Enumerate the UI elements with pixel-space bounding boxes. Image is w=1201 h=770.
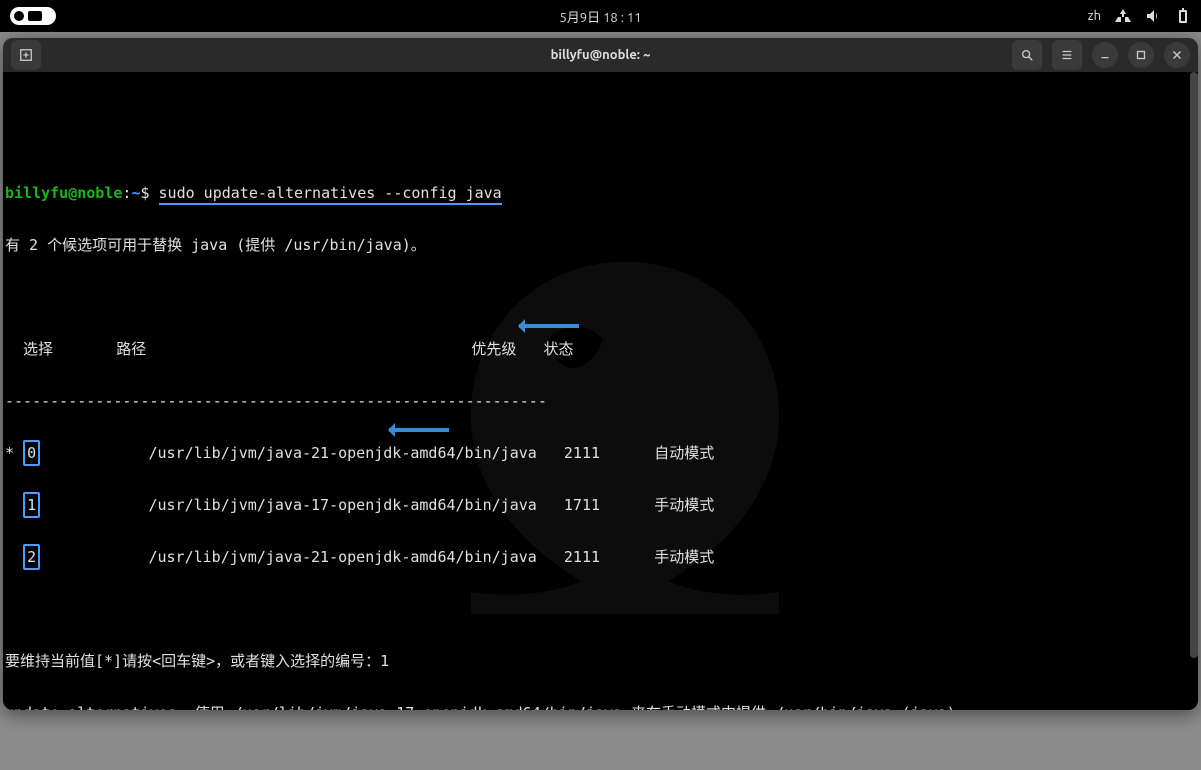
table-header: 选择 路径 优先级 状态: [5, 336, 1196, 362]
terminal-line: 要维持当前值[*]请按<回车键>，或者键入选择的编号：1: [5, 648, 1196, 674]
window-titlebar: billyfu@noble: ~: [3, 38, 1198, 72]
new-tab-button[interactable]: [11, 40, 41, 70]
command-text: sudo update-alternatives --config java: [159, 184, 502, 205]
terminal-window: billyfu@noble: ~: [3, 38, 1198, 710]
table-row: * 0 /usr/lib/jvm/java-21-openjdk-amd64/b…: [5, 440, 1196, 466]
table-row: 1 /usr/lib/jvm/java-17-openjdk-amd64/bin…: [5, 492, 1196, 518]
prompt-user: billyfu@noble: [5, 184, 122, 202]
terminal-line: billyfu@noble:~$ sudo update-alternative…: [5, 180, 1196, 206]
terminal-line: 有 2 个候选项可用于替换 java (提供 /usr/bin/java)。: [5, 232, 1196, 258]
activities-button[interactable]: [10, 7, 56, 25]
minimize-button[interactable]: [1092, 42, 1118, 68]
terminal-line: update-alternatives: 使用 /usr/lib/jvm/jav…: [5, 700, 1196, 710]
volume-icon[interactable]: [1145, 8, 1161, 24]
annotation-arrow: [519, 324, 579, 328]
clock[interactable]: 5月9日 18 : 11: [559, 7, 641, 26]
annotation-arrow: [389, 428, 449, 432]
maximize-button[interactable]: [1128, 42, 1154, 68]
terminal-line: [5, 596, 1196, 622]
terminal-body[interactable]: billyfu@noble:~$ sudo update-alternative…: [3, 72, 1198, 710]
search-button[interactable]: [1012, 40, 1042, 70]
menu-button[interactable]: [1052, 40, 1082, 70]
network-icon[interactable]: [1115, 8, 1131, 24]
terminal-line: [5, 284, 1196, 310]
table-row: 2 /usr/lib/jvm/java-21-openjdk-amd64/bin…: [5, 544, 1196, 570]
ime-indicator[interactable]: zh: [1088, 9, 1101, 23]
power-icon[interactable]: [1175, 8, 1191, 24]
screen: 5月9日 18 : 11 zh billyfu@noble: ~: [0, 0, 1201, 770]
table-divider: ----------------------------------------…: [5, 388, 1196, 414]
close-button[interactable]: [1164, 42, 1190, 68]
gnome-top-bar: 5月9日 18 : 11 zh: [0, 0, 1201, 32]
datetime-text: 5月9日 18 : 11: [559, 7, 641, 26]
window-title: billyfu@noble: ~: [551, 48, 651, 62]
